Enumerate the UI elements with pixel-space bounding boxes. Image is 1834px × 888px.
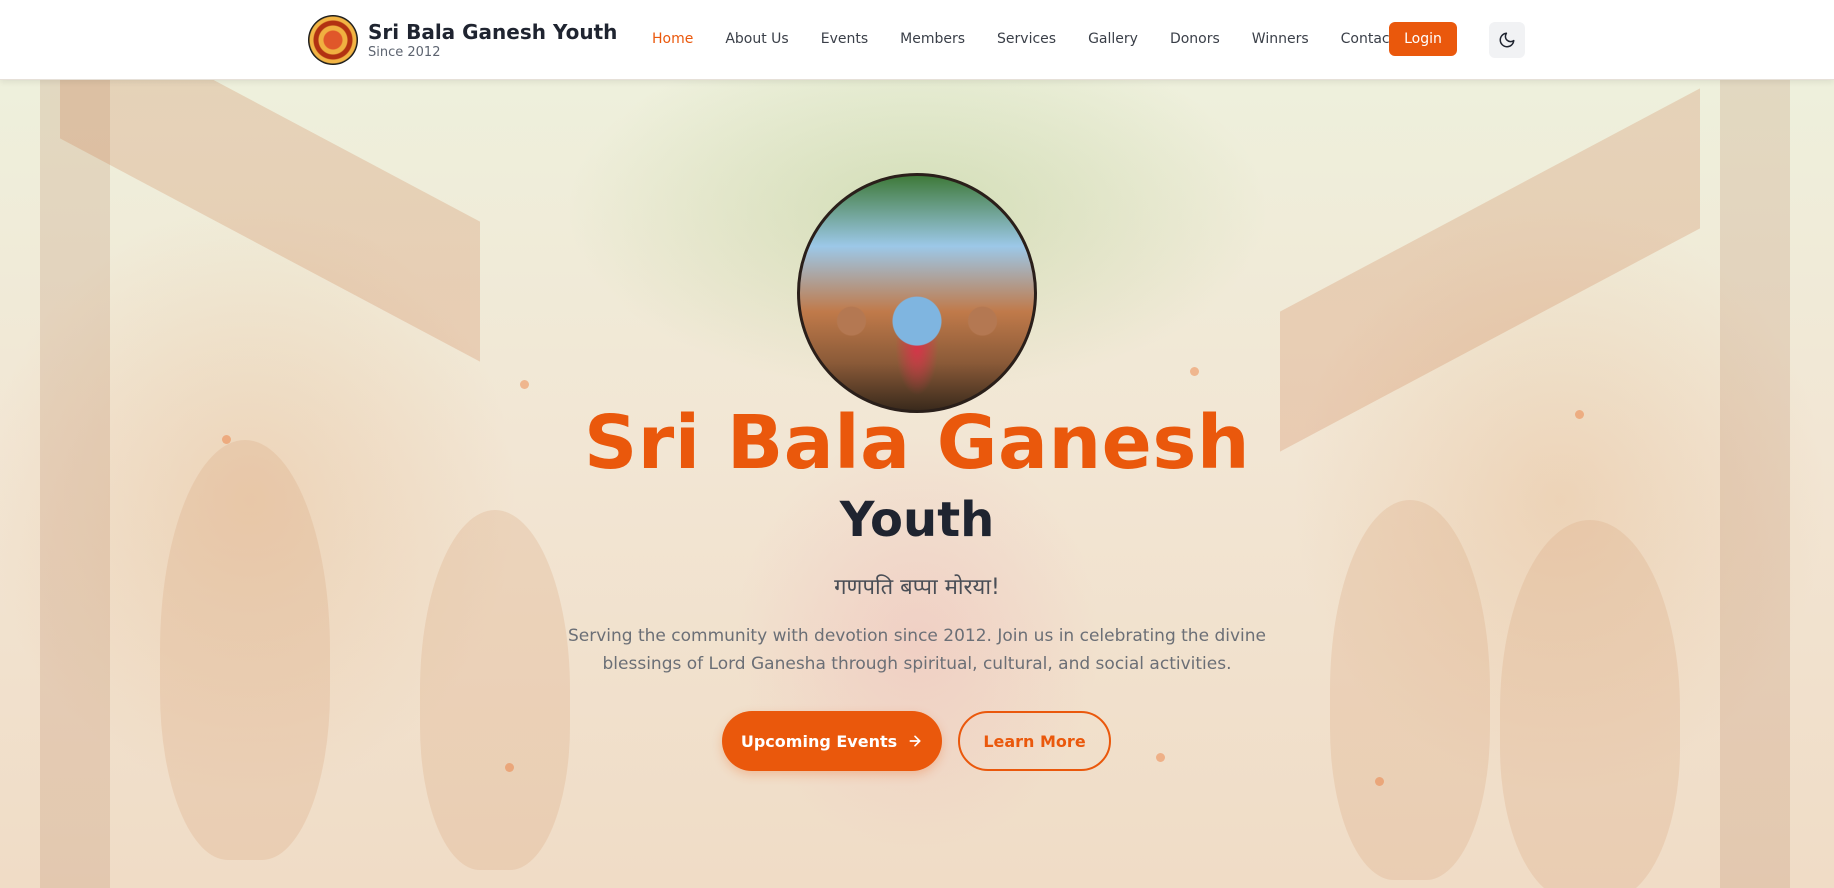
background-figure <box>1330 500 1490 880</box>
decor-dot <box>505 763 514 772</box>
nav-contact[interactable]: Contact <box>1341 29 1395 49</box>
theme-toggle-button[interactable] <box>1489 22 1525 58</box>
brand-logo <box>308 15 358 65</box>
site-header: Sri Bala Ganesh Youth Since 2012 Home Ab… <box>0 0 1834 80</box>
nav-about-us[interactable]: About Us <box>725 29 788 49</box>
moon-icon <box>1499 32 1515 48</box>
ganesha-circle-image <box>797 173 1037 413</box>
learn-more-button[interactable]: Learn More <box>958 711 1111 771</box>
nav-events[interactable]: Events <box>821 29 868 49</box>
hero-subtitle: Youth <box>839 492 995 548</box>
nav-gallery[interactable]: Gallery <box>1088 29 1138 49</box>
background-figure <box>420 510 570 870</box>
arrow-right-icon <box>907 733 923 749</box>
hero-section: Sri Bala Ganesh Youth गणपति बप्पा मोरया!… <box>0 80 1834 888</box>
decor-dot <box>1156 753 1165 762</box>
brand-subtitle: Since 2012 <box>368 45 441 60</box>
decor-dot <box>1375 777 1384 786</box>
nav-services[interactable]: Services <box>997 29 1056 49</box>
brand-text: Sri Bala Ganesh Youth Since 2012 <box>368 19 617 61</box>
upcoming-events-label: Upcoming Events <box>740 731 898 751</box>
upcoming-events-button[interactable]: Upcoming Events <box>722 711 942 771</box>
decor-dot <box>520 380 529 389</box>
nav-winners[interactable]: Winners <box>1252 29 1309 49</box>
background-roof <box>60 80 480 362</box>
hero-tagline: गणपति बप्पा मोरया! <box>834 575 1000 600</box>
hero-description: Serving the community with devotion sinc… <box>568 626 1266 674</box>
brand-title: Sri Bala Ganesh Youth <box>368 20 618 44</box>
nav-members[interactable]: Members <box>900 29 965 49</box>
nav-home[interactable]: Home <box>652 29 693 49</box>
nav-donors[interactable]: Donors <box>1170 29 1220 49</box>
decor-dot <box>1190 367 1199 376</box>
hero-title: Sri Bala Ganesh <box>583 400 1251 486</box>
login-button[interactable]: Login <box>1389 22 1457 56</box>
main-nav: Home About Us Events Members Services Ga… <box>652 29 1427 49</box>
brand[interactable]: Sri Bala Ganesh Youth Since 2012 <box>308 15 617 65</box>
